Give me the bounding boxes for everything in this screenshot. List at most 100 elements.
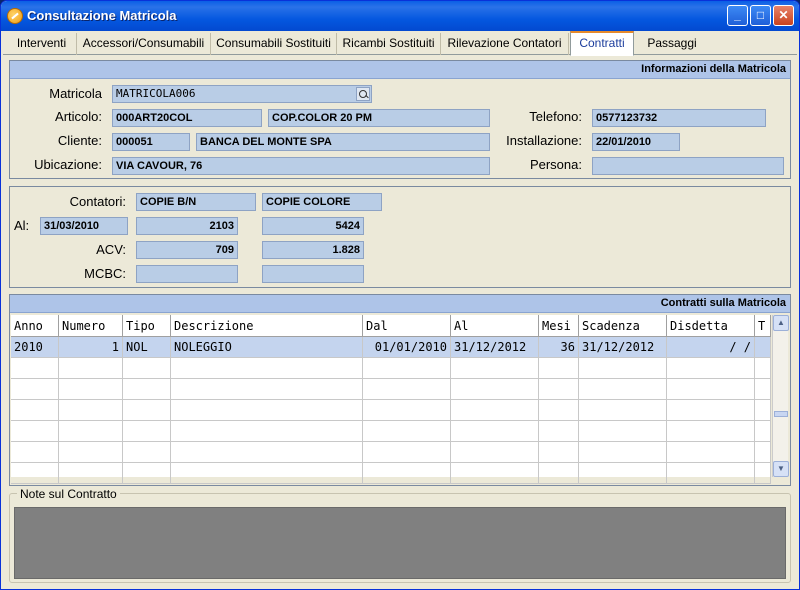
col-tipo[interactable]: Tipo xyxy=(123,315,171,337)
empty-cell[interactable] xyxy=(451,400,539,421)
articolo-code-field[interactable]: 000ART20COL xyxy=(112,109,262,127)
cell-scadenza[interactable]: 31/12/2012 xyxy=(579,337,667,358)
col-scadenza[interactable]: Scadenza xyxy=(579,315,667,337)
col-t[interactable]: T xyxy=(755,315,771,337)
empty-cell[interactable] xyxy=(451,358,539,379)
empty-cell[interactable] xyxy=(11,421,59,442)
search-icon[interactable] xyxy=(356,87,370,101)
tab-consumabili-sostituiti[interactable]: Consumabili Sostituiti xyxy=(211,33,337,55)
matricola-field[interactable]: MATRICOLA006 xyxy=(112,85,372,103)
minimize-button[interactable]: _ xyxy=(727,5,748,26)
empty-cell[interactable] xyxy=(579,358,667,379)
empty-cell[interactable] xyxy=(171,379,363,400)
empty-cell[interactable] xyxy=(755,421,771,442)
cell-disdetta[interactable]: / / xyxy=(667,337,755,358)
empty-cell[interactable] xyxy=(171,463,363,484)
cliente-code-field[interactable]: 000051 xyxy=(112,133,190,151)
empty-cell[interactable] xyxy=(539,442,579,463)
empty-cell[interactable] xyxy=(451,421,539,442)
empty-cell[interactable] xyxy=(123,463,171,484)
tab-ricambi-sostituiti[interactable]: Ricambi Sostituiti xyxy=(337,33,441,55)
col-dal[interactable]: Dal xyxy=(363,315,451,337)
empty-cell[interactable] xyxy=(579,442,667,463)
scroll-up-icon[interactable]: ▲ xyxy=(773,315,789,331)
telefono-field[interactable]: 0577123732 xyxy=(592,109,766,127)
tab-interventi[interactable]: Interventi xyxy=(7,33,77,55)
empty-cell[interactable] xyxy=(539,400,579,421)
col-mesi[interactable]: Mesi xyxy=(539,315,579,337)
empty-cell[interactable] xyxy=(11,358,59,379)
empty-cell[interactable] xyxy=(667,379,755,400)
empty-cell[interactable] xyxy=(539,379,579,400)
empty-cell[interactable] xyxy=(755,358,771,379)
scroll-down-icon[interactable]: ▼ xyxy=(773,461,789,477)
tab-passaggi[interactable]: Passaggi xyxy=(635,33,709,55)
installazione-field[interactable]: 22/01/2010 xyxy=(592,133,680,151)
empty-cell[interactable] xyxy=(539,463,579,484)
cell-numero[interactable]: 1 xyxy=(59,337,123,358)
empty-cell[interactable] xyxy=(667,442,755,463)
contracts-grid[interactable]: Anno Numero Tipo Descrizione Dal Al Mesi… xyxy=(11,315,771,484)
cell-tipo[interactable]: NOL xyxy=(123,337,171,358)
empty-cell[interactable] xyxy=(451,442,539,463)
col-descrizione[interactable]: Descrizione xyxy=(171,315,363,337)
cell-t[interactable] xyxy=(755,337,771,358)
empty-cell[interactable] xyxy=(59,379,123,400)
empty-cell[interactable] xyxy=(755,442,771,463)
empty-cell[interactable] xyxy=(363,379,451,400)
empty-cell[interactable] xyxy=(755,379,771,400)
empty-cell[interactable] xyxy=(539,358,579,379)
ubicazione-field[interactable]: VIA CAVOUR, 76 xyxy=(112,157,490,175)
empty-cell[interactable] xyxy=(755,463,771,484)
empty-cell[interactable] xyxy=(123,421,171,442)
empty-cell[interactable] xyxy=(11,379,59,400)
col-al[interactable]: Al xyxy=(451,315,539,337)
empty-cell[interactable] xyxy=(59,358,123,379)
title-bar[interactable]: Consultazione Matricola _ □ ✕ xyxy=(1,1,799,31)
tab-accessori-consumabili[interactable]: Accessori/Consumabili xyxy=(77,33,211,55)
empty-cell[interactable] xyxy=(171,442,363,463)
empty-cell[interactable] xyxy=(667,358,755,379)
col-anno[interactable]: Anno xyxy=(11,315,59,337)
empty-cell[interactable] xyxy=(579,463,667,484)
col-numero[interactable]: Numero xyxy=(59,315,123,337)
empty-cell[interactable] xyxy=(123,379,171,400)
empty-cell[interactable] xyxy=(123,400,171,421)
empty-cell[interactable] xyxy=(755,400,771,421)
cell-anno[interactable]: 2010 xyxy=(11,337,59,358)
empty-cell[interactable] xyxy=(363,358,451,379)
empty-cell[interactable] xyxy=(11,400,59,421)
cell-mesi[interactable]: 36 xyxy=(539,337,579,358)
empty-cell[interactable] xyxy=(59,421,123,442)
empty-cell[interactable] xyxy=(451,379,539,400)
empty-cell[interactable] xyxy=(363,442,451,463)
cliente-name-field[interactable]: BANCA DEL MONTE SPA xyxy=(196,133,490,151)
cell-descrizione[interactable]: NOLEGGIO xyxy=(171,337,363,358)
empty-cell[interactable] xyxy=(11,463,59,484)
vertical-scrollbar[interactable]: ▲ ▼ xyxy=(772,315,789,477)
empty-cell[interactable] xyxy=(667,463,755,484)
empty-cell[interactable] xyxy=(363,421,451,442)
empty-cell[interactable] xyxy=(171,358,363,379)
tab-contratti[interactable]: Contratti xyxy=(570,31,634,56)
empty-cell[interactable] xyxy=(363,400,451,421)
cell-dal[interactable]: 01/01/2010 xyxy=(363,337,451,358)
empty-cell[interactable] xyxy=(539,421,579,442)
empty-cell[interactable] xyxy=(171,421,363,442)
empty-cell[interactable] xyxy=(59,400,123,421)
empty-cell[interactable] xyxy=(579,400,667,421)
empty-cell[interactable] xyxy=(579,421,667,442)
empty-cell[interactable] xyxy=(451,463,539,484)
notes-textarea[interactable] xyxy=(14,507,786,579)
empty-cell[interactable] xyxy=(579,379,667,400)
empty-cell[interactable] xyxy=(59,463,123,484)
empty-cell[interactable] xyxy=(11,442,59,463)
tab-rilevazione-contatori[interactable]: Rilevazione Contatori xyxy=(441,33,569,55)
empty-cell[interactable] xyxy=(123,358,171,379)
maximize-button[interactable]: □ xyxy=(750,5,771,26)
cell-al[interactable]: 31/12/2012 xyxy=(451,337,539,358)
empty-cell[interactable] xyxy=(667,400,755,421)
close-button[interactable]: ✕ xyxy=(773,5,794,26)
empty-cell[interactable] xyxy=(123,442,171,463)
articolo-desc-field[interactable]: COP.COLOR 20 PM xyxy=(268,109,490,127)
